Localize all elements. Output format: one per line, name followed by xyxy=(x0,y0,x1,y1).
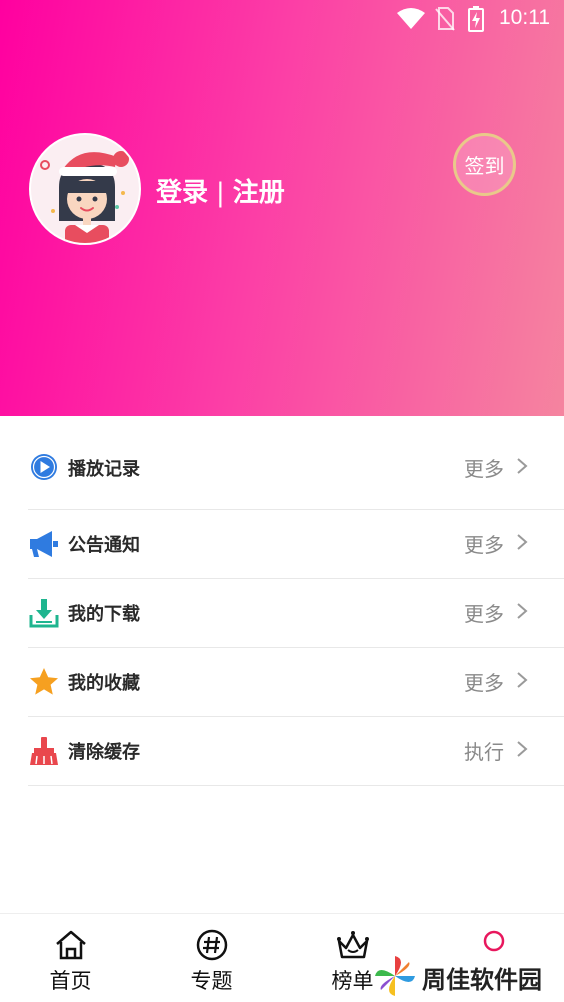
auth-links: 登录 | 注册 xyxy=(156,172,285,209)
auth-separator: | xyxy=(216,178,225,208)
tab-home[interactable]: 首页 xyxy=(0,914,141,1002)
download-icon xyxy=(29,599,59,628)
home-icon xyxy=(55,930,86,960)
more-link[interactable]: 更多 xyxy=(464,453,504,482)
menu-item-downloads[interactable]: 我的下载 更多 xyxy=(28,579,564,648)
girl-avatar-icon xyxy=(40,151,129,243)
chevron-right-icon xyxy=(517,741,528,757)
register-link[interactable]: 注册 xyxy=(233,178,285,208)
star-icon xyxy=(30,668,58,695)
more-link[interactable]: 更多 xyxy=(464,667,504,696)
tab-topics[interactable]: 专题 xyxy=(141,914,282,1002)
execute-link[interactable]: 执行 xyxy=(464,736,504,765)
menu-item-label: 清除缓存 xyxy=(68,742,140,763)
chevron-right-icon xyxy=(517,603,528,619)
play-circle-icon xyxy=(31,454,57,480)
battery-charging-icon xyxy=(468,6,484,32)
menu-list: 播放记录 更多 公告通知 更多 我的下载 更多 我的收藏 更多 清除缓存 执行 xyxy=(0,416,564,786)
megaphone-icon xyxy=(30,531,58,557)
login-link[interactable]: 登录 xyxy=(156,178,208,208)
avatar[interactable] xyxy=(29,133,141,245)
hashtag-icon xyxy=(196,929,227,961)
menu-item-announcements[interactable]: 公告通知 更多 xyxy=(28,510,564,579)
status-bar: 10:11 xyxy=(0,0,564,38)
menu-item-label: 我的下载 xyxy=(68,604,140,625)
chevron-right-icon xyxy=(517,672,528,688)
status-time: 10:11 xyxy=(499,6,550,29)
tab-label: 首页 xyxy=(49,969,92,993)
menu-item-label: 公告通知 xyxy=(68,535,140,556)
menu-item-label: 播放记录 xyxy=(68,459,140,480)
no-sim-icon xyxy=(435,7,455,31)
checkin-label: 签到 xyxy=(464,154,505,178)
profile-header: 10:11 登录 | 注册 签到 xyxy=(0,0,564,416)
crown-icon xyxy=(336,931,369,959)
menu-item-play-history[interactable]: 播放记录 更多 xyxy=(28,416,564,510)
chevron-right-icon xyxy=(517,534,528,550)
menu-item-favorites[interactable]: 我的收藏 更多 xyxy=(28,648,564,717)
menu-item-clear-cache[interactable]: 清除缓存 执行 xyxy=(28,717,564,786)
tab-label: 专题 xyxy=(190,969,233,993)
broom-icon xyxy=(30,737,58,765)
chevron-right-icon xyxy=(517,458,528,474)
watermark-text: 周佳软件园 xyxy=(422,966,542,994)
checkin-button[interactable]: 签到 xyxy=(453,133,516,196)
wifi-icon xyxy=(397,8,425,29)
menu-item-label: 我的收藏 xyxy=(68,673,140,694)
pinwheel-logo-icon xyxy=(375,956,415,996)
watermark: 周佳软件园 xyxy=(370,950,564,1002)
more-link[interactable]: 更多 xyxy=(464,529,504,558)
more-link[interactable]: 更多 xyxy=(464,598,504,627)
